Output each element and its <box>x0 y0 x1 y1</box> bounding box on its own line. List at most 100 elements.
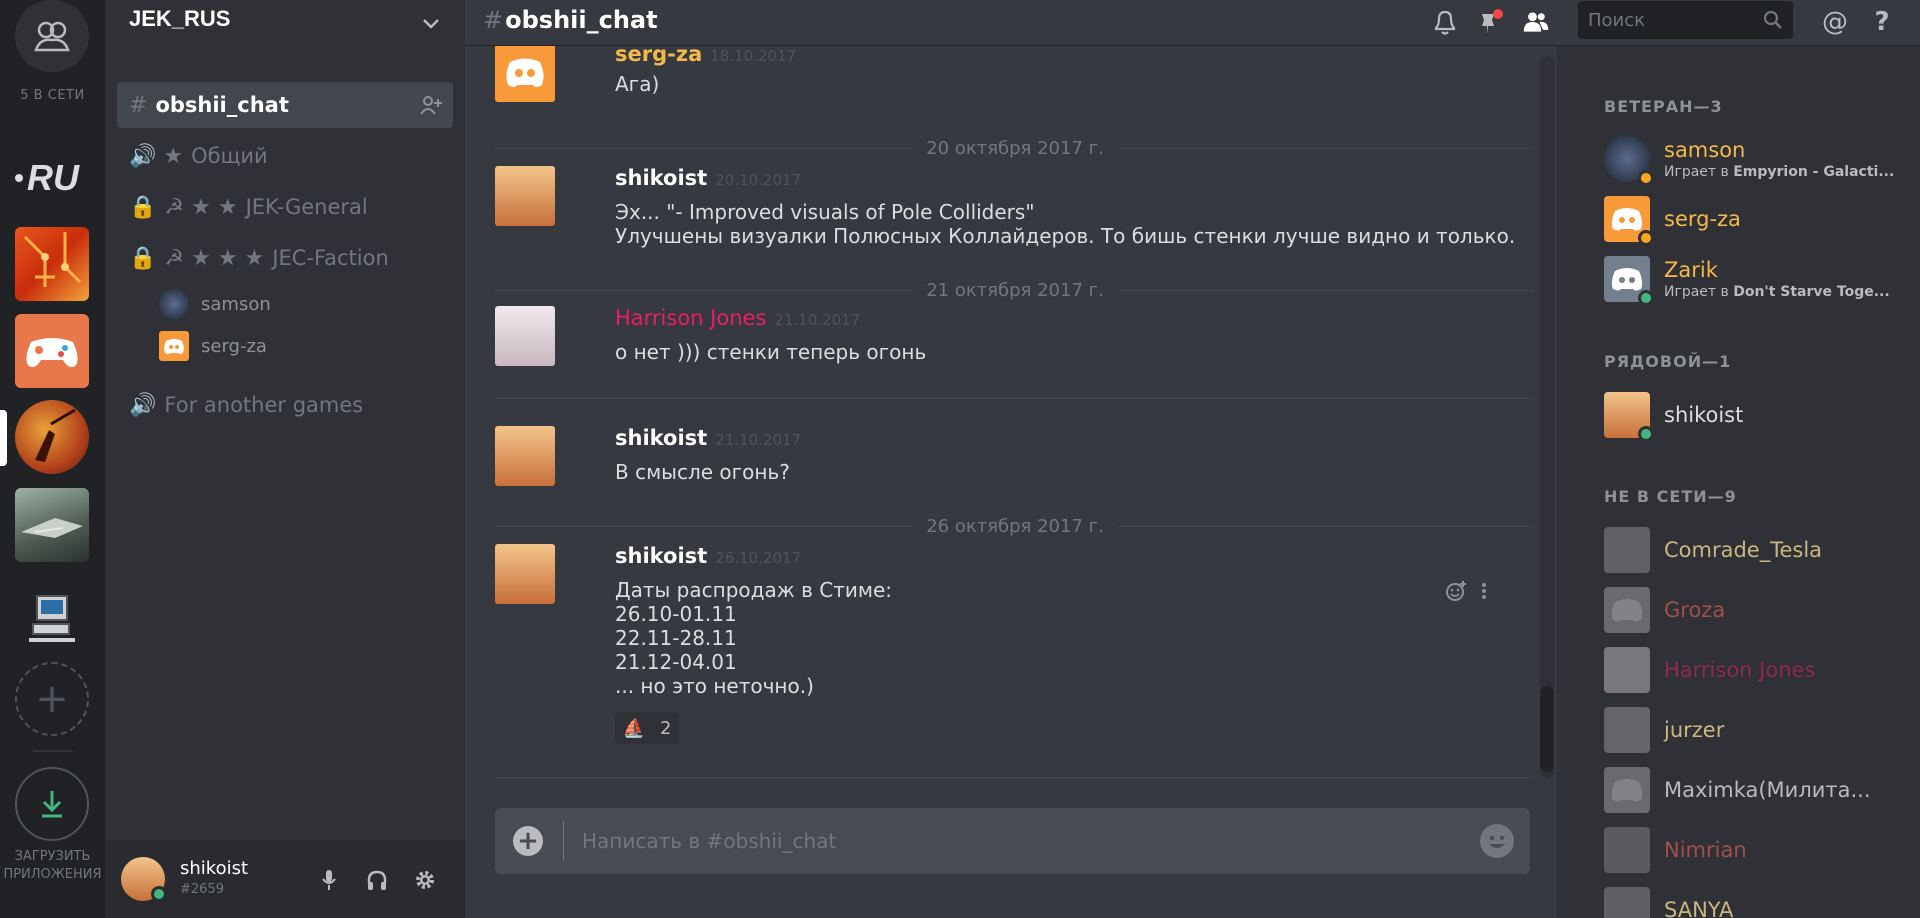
message-line: Эх... "- Improved visuals of Pole Collid… <box>615 200 1035 224</box>
avatar <box>1604 767 1650 813</box>
emoji-picker-button[interactable] <box>1480 824 1514 858</box>
reaction-button[interactable]: ⛵ 2 <box>615 712 679 744</box>
help-button[interactable]: ? <box>1868 7 1896 37</box>
avatar[interactable] <box>495 166 555 226</box>
guild-ru[interactable]: RU <box>15 138 89 212</box>
spaceship-icon <box>21 518 83 538</box>
member-list: ВЕТЕРАН—3 samson Играет в Empyrion - Gal… <box>1557 46 1920 918</box>
author-name: shikoist <box>615 166 708 190</box>
message-author[interactable]: shikoist 20.10.2017 <box>615 166 801 190</box>
member-serg-za[interactable]: serg-za <box>1604 196 1904 246</box>
reaction-emoji-icon: ⛵ <box>622 717 645 739</box>
voice-user-samson[interactable]: samson <box>159 286 271 322</box>
circuit-icon <box>23 232 82 287</box>
message-author[interactable]: shikoist 26.10.2017 <box>615 544 801 568</box>
member-zarik[interactable]: Zarik Играет в Don't Starve Toge... <box>1604 256 1904 306</box>
message-separator <box>495 777 1535 778</box>
avatar[interactable] <box>495 544 555 604</box>
soldier-art-icon <box>35 408 76 462</box>
member-shikoist[interactable]: shikoist <box>1604 392 1904 442</box>
member-nimrian[interactable]: Nimrian <box>1604 827 1904 875</box>
friends-home-button[interactable] <box>15 0 89 72</box>
avatar <box>1604 887 1650 918</box>
avatar[interactable] <box>495 426 555 486</box>
search-input[interactable]: Поиск <box>1578 1 1793 39</box>
gear-icon <box>416 871 434 889</box>
author-name: shikoist <box>615 544 708 568</box>
avatar[interactable] <box>495 46 555 102</box>
discord-logo-icon <box>506 58 544 87</box>
mentions-button[interactable]: @ <box>1821 7 1849 37</box>
channel-obshii-voice[interactable]: 🔊 ★ Общий <box>117 133 453 179</box>
channel-jek-general[interactable]: 🔒 ☭ ★ ★ JEK-General <box>117 184 453 230</box>
member-harrison-jones[interactable]: Harrison Jones <box>1604 647 1904 695</box>
message-group: shikoist 21.10.2017 В смысле огонь? <box>495 426 1535 486</box>
avatar[interactable] <box>495 306 555 366</box>
message-list: serg-za 18.10.2017 Ага) 20 октября 2017 г… <box>465 46 1557 790</box>
voice-user-name: samson <box>201 293 271 315</box>
avatar <box>1604 647 1650 693</box>
pinned-messages-button[interactable] <box>1476 8 1504 36</box>
member-name: Nimrian <box>1664 838 1747 862</box>
guild-spaceship[interactable] <box>15 488 89 562</box>
upload-button[interactable]: + <box>513 826 543 856</box>
discord-logo-icon <box>1611 779 1643 802</box>
message-line: 22.11-28.11 <box>615 626 737 650</box>
user-settings-button[interactable] <box>413 868 437 892</box>
pin-icon <box>1482 9 1503 34</box>
guild-computer[interactable] <box>15 584 89 658</box>
message-author[interactable]: shikoist 21.10.2017 <box>615 426 801 450</box>
online-status-indicator <box>151 886 167 902</box>
channel-label: obshii_chat <box>155 93 289 117</box>
member-name: jurzer <box>1664 718 1725 742</box>
channel-for-another-games[interactable]: 🔊 For another games <box>117 382 453 428</box>
member-comrade-tesla[interactable]: Comrade_Tesla <box>1604 527 1904 575</box>
channel-obshii-chat[interactable]: # obshii_chat <box>117 82 453 128</box>
guild-gamepad[interactable] <box>15 314 89 388</box>
computer-icon <box>29 595 75 642</box>
guild-circuit[interactable] <box>15 227 89 301</box>
deafen-button[interactable] <box>365 868 389 892</box>
message-separator <box>495 398 1535 399</box>
guild-separator <box>33 750 73 752</box>
add-reaction-icon[interactable] <box>1445 580 1467 602</box>
message-content: Ага) <box>615 72 659 96</box>
member-list-toggle[interactable] <box>1522 8 1550 36</box>
message-composer: + Написать в #obshii_chat <box>495 808 1530 874</box>
message-group: shikoist 20.10.2017 Эх... "- Improved vis… <box>495 166 1535 256</box>
member-name: serg-za <box>1664 207 1741 231</box>
notification-settings-button[interactable] <box>1431 8 1459 36</box>
message-input[interactable]: Написать в #obshii_chat <box>582 829 1480 853</box>
smiley-icon <box>1489 835 1505 848</box>
member-groza[interactable]: Groza <box>1604 587 1904 635</box>
message-timestamp: 21.10.2017 <box>715 431 802 449</box>
role-header-private: РЯДОВОЙ—1 <box>1604 352 1732 371</box>
more-options-icon[interactable] <box>1479 580 1489 602</box>
channel-label: JEK-General <box>245 195 368 219</box>
channel-name: obshii_chat <box>505 6 658 34</box>
message-author[interactable]: serg-za 18.10.2017 <box>615 46 796 66</box>
message-author[interactable]: Harrison Jones 21.10.2017 <box>615 306 860 330</box>
discord-logo-icon <box>164 339 184 354</box>
chevron-down-icon <box>423 19 439 29</box>
voice-user-serg-za[interactable]: serg-za <box>159 328 267 364</box>
member-jurzer[interactable]: jurzer <box>1604 707 1904 755</box>
add-server-button[interactable]: + <box>15 662 89 736</box>
search-placeholder: Поиск <box>1588 9 1646 31</box>
member-samson[interactable]: samson Играет в Empyrion - Galacti... <box>1604 136 1904 186</box>
date-divider-text: 26 октября 2017 г. <box>926 515 1104 537</box>
scrollbar-thumb[interactable] <box>1540 686 1554 772</box>
member-name: Zarik <box>1664 258 1718 282</box>
add-member-icon[interactable] <box>419 94 443 116</box>
member-sanya[interactable]: SANYA <box>1604 887 1904 918</box>
guild-jek-rus[interactable] <box>15 400 89 474</box>
lock-icon: 🔒 <box>129 194 157 220</box>
download-apps-button[interactable] <box>15 767 89 841</box>
server-header[interactable]: JEK_RUS <box>105 0 465 46</box>
bell-icon <box>1434 10 1456 35</box>
channel-jec-faction[interactable]: 🔒 ☭ ★ ★ ★ JEC-Faction <box>117 235 453 281</box>
mute-button[interactable] <box>317 868 341 892</box>
member-maximka[interactable]: Maximka(Милита... <box>1604 767 1904 815</box>
online-count: 5 В СЕТИ <box>20 88 85 103</box>
message-scrollbar[interactable] <box>1540 56 1554 778</box>
